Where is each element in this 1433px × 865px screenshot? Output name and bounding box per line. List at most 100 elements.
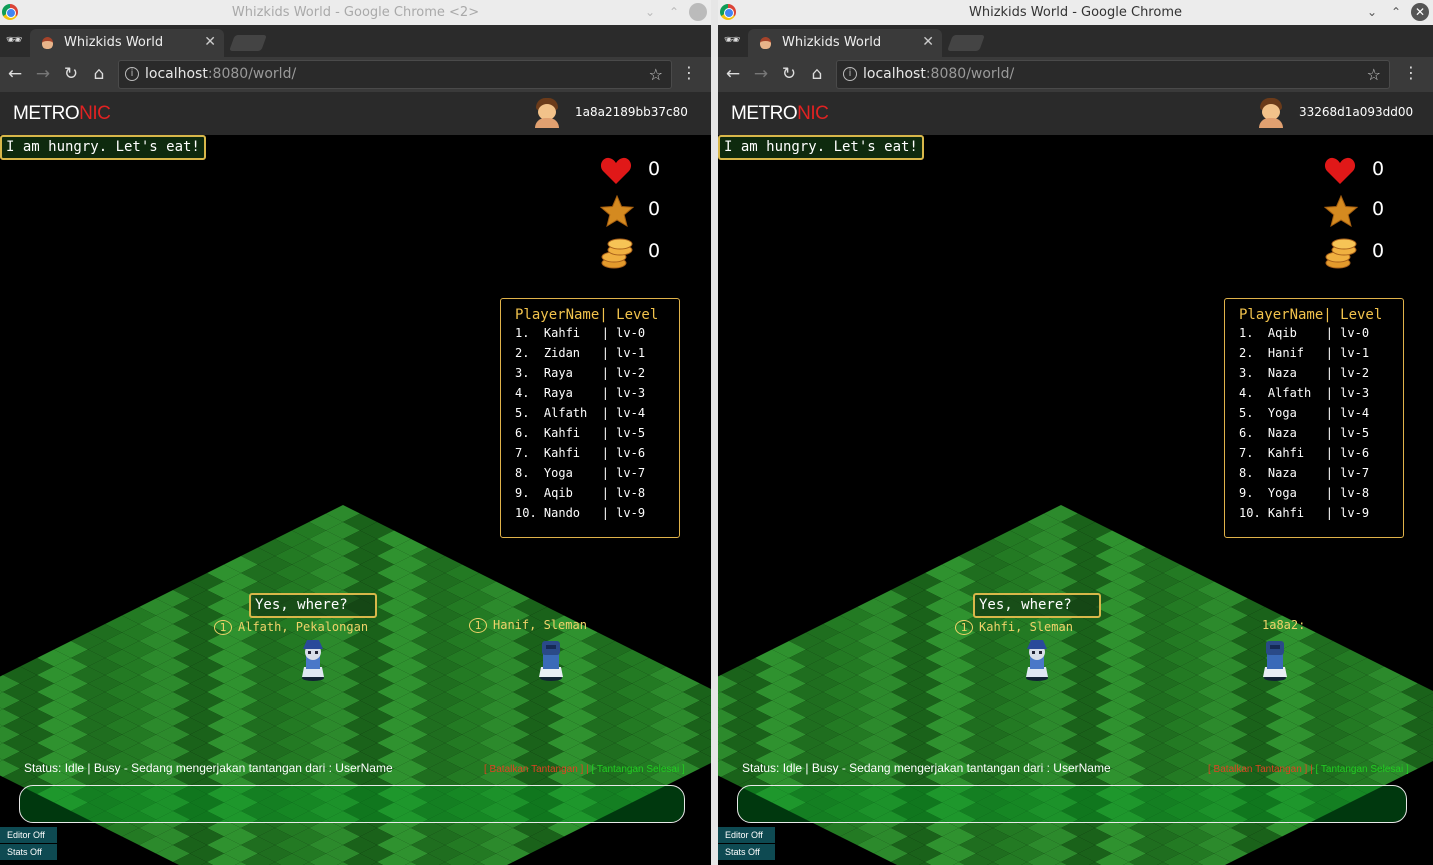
player-tag-self: 1 Alfath, Pekalongan: [214, 620, 368, 635]
brand-part-1: METRO: [731, 103, 798, 124]
brand-part-2: NIC: [79, 103, 111, 124]
tab-label: Whizkids World: [64, 35, 164, 50]
leaderboard: PlayerName| Level 1. Kahfi | lv-0 2. Zida…: [500, 298, 680, 538]
close-window-icon[interactable]: ✕: [1411, 3, 1429, 21]
forward-icon[interactable]: →: [750, 63, 772, 85]
back-icon[interactable]: ←: [722, 63, 744, 85]
star-icon: [600, 195, 634, 227]
window-titlebar[interactable]: Whizkids World - Google Chrome <2> ⌄ ⌃ ✕: [0, 0, 711, 25]
stats-toggle-button[interactable]: Stats Off: [0, 844, 57, 860]
leaderboard-row: 4. Alfath | lv-3: [1239, 386, 1370, 400]
forward-icon[interactable]: →: [32, 63, 54, 85]
game-area[interactable]: 0 0 0 PlayerName| Level 1. Kahfi | lv-0 2…: [0, 135, 711, 865]
favicon-icon: [760, 37, 771, 49]
brand-logo[interactable]: METRONIC: [731, 103, 829, 125]
chat-input[interactable]: [737, 785, 1407, 823]
reload-icon[interactable]: ↻: [778, 63, 800, 85]
avatar[interactable]: [533, 98, 561, 128]
leaderboard-row: 2. Zidan | lv-1: [515, 346, 646, 360]
cancel-challenge-button[interactable]: [ Batalkan Tantangan ]: [1208, 764, 1307, 775]
speech-bubble-self: Yes, where?: [249, 593, 377, 618]
leaderboard-row: 9. Aqib | lv-8: [515, 486, 646, 500]
speech-bubble-other: I am hungry. Let's eat!: [0, 135, 206, 160]
minimize-icon[interactable]: ⌄: [1363, 3, 1381, 21]
minimize-icon[interactable]: ⌄: [641, 3, 659, 21]
cancel-challenge-button[interactable]: [ Batalkan Tantangan ]: [484, 764, 583, 775]
game-area[interactable]: 0 0 0 PlayerName| Level 1. Aqib | lv-0 2.…: [718, 135, 1433, 865]
player-sprite-other[interactable]: [536, 637, 566, 681]
bookmark-star-icon[interactable]: ☆: [1367, 61, 1381, 88]
player-tag-other: 1 Hanif, Sleman: [469, 618, 587, 633]
tab-close-icon[interactable]: ✕: [922, 34, 934, 50]
new-tab-button[interactable]: [947, 35, 985, 51]
browser-toolbar: ← → ↻ ⌂ i localhost:8080/world/ ☆ ⋮: [718, 57, 1433, 92]
status-text: Status: Idle | Busy - Sedang mengerjakan…: [742, 761, 1111, 775]
finish-challenge-button[interactable]: [ Tantangan Selesai ]: [592, 764, 685, 775]
browser-menu-icon[interactable]: ⋮: [1403, 63, 1419, 82]
stars-value: 0: [1372, 198, 1385, 220]
chat-input[interactable]: [19, 785, 685, 823]
player-sprite-other[interactable]: [1260, 637, 1290, 681]
finish-challenge-button[interactable]: [ Tantangan Selesai ]: [1316, 764, 1409, 775]
challenge-actions-separator: |: [1310, 764, 1313, 775]
url-path: :8080/world/: [207, 66, 297, 82]
close-window-icon[interactable]: ✕: [689, 3, 707, 21]
address-bar[interactable]: i localhost:8080/world/ ☆: [836, 60, 1390, 89]
avatar[interactable]: [1257, 98, 1285, 128]
editor-toggle-button[interactable]: Editor Off: [0, 827, 57, 843]
url-host: localhost: [145, 66, 208, 82]
username[interactable]: 1a8a2189bb37c80: [575, 105, 688, 119]
tab-close-icon[interactable]: ✕: [204, 34, 216, 50]
url-path: :8080/world/: [925, 66, 1015, 82]
address-bar[interactable]: i localhost:8080/world/ ☆: [118, 60, 672, 89]
tab-strip: 🕶 Whizkids World ✕: [0, 25, 711, 57]
new-tab-button[interactable]: [229, 35, 267, 51]
speech-bubble-other: I am hungry. Let's eat!: [718, 135, 924, 160]
tab-whizkids-world[interactable]: Whizkids World ✕: [748, 29, 942, 57]
url-text: localhost:8080/world/: [863, 61, 1014, 88]
back-icon[interactable]: ←: [4, 63, 26, 85]
editor-toggle-button[interactable]: Editor Off: [718, 827, 775, 843]
tab-strip: 🕶 Whizkids World ✕: [718, 25, 1433, 57]
leaderboard-row: 1. Aqib | lv-0: [1239, 326, 1370, 340]
leaderboard-row: 7. Kahfi | lv-6: [1239, 446, 1370, 460]
player-sprite-self[interactable]: [1022, 637, 1052, 681]
status-text: Status: Idle | Busy - Sedang mengerjakan…: [24, 761, 393, 775]
leaderboard-list: 1. Kahfi | lv-0 2. Zidan | lv-1 3. Raya | …: [515, 326, 645, 526]
challenge-actions: [ Batalkan Tantangan ] | [ Tantangan Sel…: [484, 764, 685, 775]
leaderboard-row: 7. Kahfi | lv-6: [515, 446, 646, 460]
url-host: localhost: [863, 66, 926, 82]
leaderboard-header: PlayerName| Level: [515, 307, 659, 323]
maximize-icon[interactable]: ⌃: [665, 3, 683, 21]
browser-menu-icon[interactable]: ⋮: [681, 63, 697, 82]
home-icon[interactable]: ⌂: [806, 63, 828, 85]
site-info-icon[interactable]: i: [125, 67, 139, 81]
player-name: 1a8a2:: [1262, 618, 1306, 632]
leaderboard: PlayerName| Level 1. Aqib | lv-0 2. Hanif…: [1224, 298, 1404, 538]
maximize-icon[interactable]: ⌃: [1387, 3, 1405, 21]
leaderboard-row: 5. Alfath | lv-4: [515, 406, 646, 420]
window-titlebar[interactable]: Whizkids World - Google Chrome ⌄ ⌃ ✕: [718, 0, 1433, 25]
stats-toggle-button[interactable]: Stats Off: [718, 844, 775, 860]
username[interactable]: 33268d1a093dd00: [1299, 105, 1413, 119]
leaderboard-row: 5. Yoga | lv-4: [1239, 406, 1370, 420]
favicon-icon: [42, 37, 53, 49]
player-tag-other: 1a8a2:: [1262, 618, 1305, 632]
coins-icon: [601, 238, 633, 269]
brand-logo[interactable]: METRONIC: [13, 103, 111, 125]
stars-value: 0: [648, 198, 661, 220]
home-icon[interactable]: ⌂: [88, 63, 110, 85]
leaderboard-row: 9. Yoga | lv-8: [1239, 486, 1370, 500]
bookmark-star-icon[interactable]: ☆: [649, 61, 663, 88]
leaderboard-row: 8. Naza | lv-7: [1239, 466, 1370, 480]
challenge-actions-separator: |: [586, 764, 589, 775]
chrome-logo-icon: [720, 4, 736, 20]
coins-icon: [1325, 238, 1357, 269]
tab-whizkids-world[interactable]: Whizkids World ✕: [30, 29, 224, 57]
reload-icon[interactable]: ↻: [60, 63, 82, 85]
window-divider: [711, 0, 718, 865]
leaderboard-row: 6. Kahfi | lv-5: [515, 426, 646, 440]
site-info-icon[interactable]: i: [843, 67, 857, 81]
player-sprite-self[interactable]: [298, 637, 328, 681]
leaderboard-row: 3. Raya | lv-2: [515, 366, 646, 380]
